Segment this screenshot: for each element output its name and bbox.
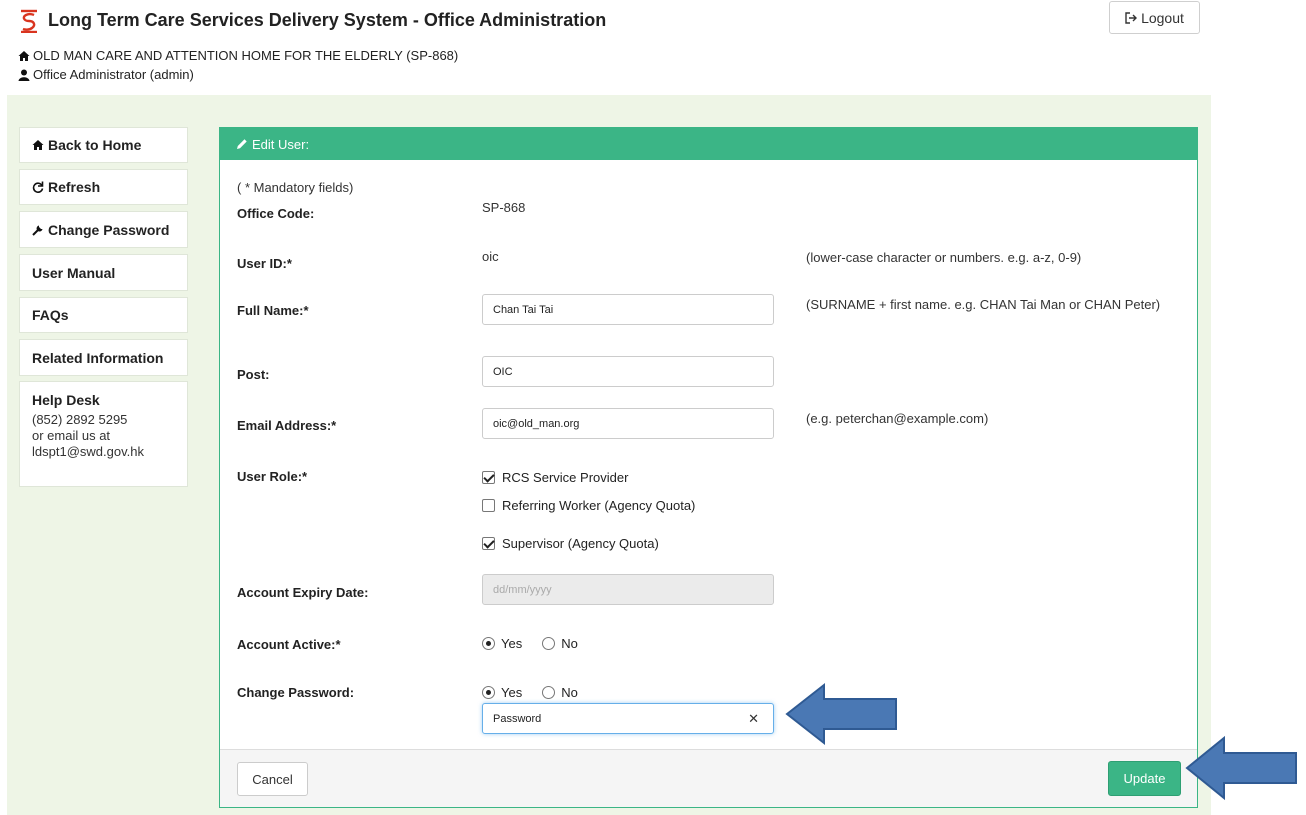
sidebar-item-label: Change Password (48, 221, 170, 238)
pencil-icon (237, 139, 247, 149)
mandatory-note: ( * Mandatory fields) (237, 180, 354, 195)
clear-icon[interactable]: ✕ (748, 711, 759, 727)
panel-header: Edit User: (220, 128, 1197, 160)
role-option-label: Referring Worker (Agency Quota) (502, 498, 696, 513)
panel-footer (220, 749, 1197, 807)
sidebar-item-user-manual[interactable]: User Manual (19, 254, 188, 291)
update-button[interactable]: Update (1108, 761, 1181, 796)
sidebar-item-related-information[interactable]: Related Information (19, 339, 188, 376)
annotation-arrow-icon (1185, 735, 1297, 801)
user-icon (18, 69, 30, 81)
logout-label: Logout (1141, 9, 1184, 26)
email-hint: (e.g. peterchan@example.com) (806, 411, 989, 426)
radio-label-yes: Yes (501, 685, 523, 700)
swd-logo-icon (21, 9, 37, 33)
app-title: Long Term Care Services Delivery System … (48, 10, 607, 30)
expiry-date-input: dd/mm/yyyy (482, 574, 774, 605)
checkbox[interactable] (482, 471, 495, 484)
user-id-value: oic (482, 249, 499, 264)
help-desk-phone: (852) 2892 5295 (32, 412, 128, 427)
account-active-no-radio[interactable] (542, 637, 556, 650)
organization-line: OLD MAN CARE AND ATTENTION HOME FOR THE … (18, 48, 458, 63)
change-password-yes-radio[interactable] (482, 686, 495, 699)
account-active-radios: Yes No (482, 636, 578, 651)
full-name-hint: (SURNAME + first name. e.g. CHAN Tai Man… (806, 297, 1161, 312)
radio-label-no: No (561, 685, 578, 700)
email-label: Email Address:* (237, 418, 337, 433)
cancel-button[interactable]: Cancel (237, 762, 308, 796)
annotation-arrow-icon (785, 682, 897, 746)
radio-label-no: No (561, 636, 578, 651)
logout-button[interactable]: Logout (1109, 1, 1200, 34)
new-password-value: Password (493, 712, 542, 725)
current-user-line: Office Administrator (admin) (18, 67, 194, 82)
office-code-label: Office Code: (237, 206, 315, 221)
home-icon (18, 50, 30, 61)
home-icon (32, 140, 44, 150)
user-role-label: User Role:* (237, 469, 308, 484)
wrench-icon (32, 225, 43, 236)
user-id-label: User ID:* (237, 256, 292, 271)
sidebar-item-change-password[interactable]: Change Password (19, 211, 188, 248)
change-password-label: Change Password: (237, 685, 355, 700)
expiry-label: Account Expiry Date: (237, 585, 369, 600)
role-option-label: RCS Service Provider (502, 470, 629, 485)
help-desk-email-prefix: or email us at (32, 428, 111, 443)
organization-name: OLD MAN CARE AND ATTENTION HOME FOR THE … (33, 48, 459, 63)
post-input[interactable]: OIC (482, 356, 774, 387)
radio-label-yes: Yes (501, 636, 523, 651)
sidebar-item-label: Refresh (48, 179, 101, 195)
help-desk-email[interactable]: ldspt1@swd.gov.hk (32, 444, 175, 460)
sidebar-item-label: FAQs (32, 307, 69, 323)
help-desk-box: Help Desk (852) 2892 5295 or email us at… (19, 381, 188, 487)
full-name-label: Full Name:* (237, 303, 309, 318)
current-user-name: Office Administrator (admin) (33, 67, 194, 82)
role-option-referring-worker[interactable]: Referring Worker (Agency Quota) (482, 498, 695, 513)
change-password-no-radio[interactable] (542, 686, 556, 699)
post-label: Post: (237, 367, 270, 382)
full-name-input[interactable]: Chan Tai Tai (482, 294, 774, 325)
email-input[interactable]: oic@old_man.org (482, 408, 774, 439)
refresh-icon (32, 181, 44, 193)
sidebar-item-label: Back to Home (48, 137, 142, 153)
panel-title: Edit User: (252, 136, 310, 152)
account-active-label: Account Active:* (237, 637, 341, 652)
role-option-supervisor[interactable]: Supervisor (Agency Quota) (482, 536, 659, 551)
role-option-rcs-service-provider[interactable]: RCS Service Provider (482, 470, 628, 485)
office-code-value: SP-868 (482, 200, 526, 215)
help-desk-title: Help Desk (32, 392, 100, 408)
change-password-radios: Yes No (482, 685, 578, 700)
new-password-input[interactable]: Password ✕ (482, 703, 774, 734)
sidebar-item-refresh[interactable]: Refresh (19, 169, 188, 205)
account-active-yes-radio[interactable] (482, 637, 495, 650)
sidebar-item-label: Related Information (32, 349, 164, 366)
user-id-hint: (lower-case character or numbers. e.g. a… (806, 250, 1082, 265)
checkbox[interactable] (482, 499, 495, 512)
role-option-label: Supervisor (Agency Quota) (502, 536, 659, 551)
sidebar-item-back-to-home[interactable]: Back to Home (19, 127, 188, 163)
sidebar-item-label: User Manual (32, 264, 116, 281)
logout-icon (1125, 11, 1138, 24)
sidebar-item-faqs[interactable]: FAQs (19, 297, 188, 333)
checkbox[interactable] (482, 537, 495, 550)
